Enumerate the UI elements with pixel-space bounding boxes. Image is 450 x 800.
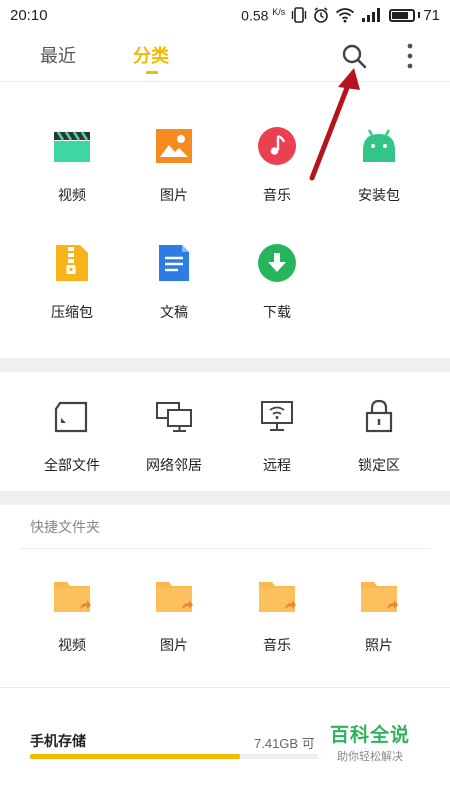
status-bar: 20:10 0.58 K/s 71 (0, 0, 450, 30)
category-music[interactable]: 音乐 (232, 126, 322, 205)
app-header: 最近 分类 (0, 30, 450, 82)
video-clapper-icon (54, 131, 90, 162)
category-label: 音乐 (263, 187, 291, 203)
category-label: 压缩包 (51, 304, 93, 320)
category-image[interactable]: 图片 (129, 126, 219, 205)
quick-folder-image[interactable]: 图片 (129, 576, 219, 655)
tool-label: 锁定区 (358, 457, 400, 473)
quick-folder-music[interactable]: 音乐 (232, 576, 322, 655)
watermark: 百科全说 助你轻松解决 (318, 723, 422, 771)
quick-folder-photo[interactable]: 照片 (334, 576, 424, 655)
category-zip[interactable]: 压缩包 (27, 243, 117, 322)
watermark-title: 百科全说 (329, 725, 410, 746)
more-options-icon[interactable] (400, 40, 420, 72)
battery-percent: 71 (423, 6, 440, 24)
category-document[interactable]: 文稿 (129, 243, 219, 322)
folder-shortcut-icon (156, 582, 193, 612)
battery-tip (418, 12, 421, 18)
folder-shortcut-icon (361, 582, 398, 612)
category-apk[interactable]: 安装包 (334, 126, 424, 205)
search-icon[interactable] (340, 42, 368, 70)
tool-label: 全部文件 (44, 457, 100, 473)
section-line (20, 548, 430, 549)
signal-icon (362, 8, 381, 22)
tab-category[interactable]: 分类 (133, 42, 169, 68)
tool-all-files[interactable]: 全部文件 (27, 396, 117, 475)
music-icon (258, 127, 296, 165)
folder-shortcut-icon (54, 582, 91, 612)
category-download[interactable]: 下载 (232, 243, 322, 322)
network-speed-value: 0.58 (241, 7, 269, 24)
category-label: 安装包 (358, 187, 400, 203)
section-divider (0, 491, 450, 505)
category-video[interactable]: 视频 (27, 126, 117, 205)
category-label: 下载 (263, 304, 291, 320)
folder-shortcut-icon (259, 582, 296, 612)
battery-indicator: 71 (389, 7, 440, 24)
image-icon (156, 129, 192, 163)
status-time: 20:10 (10, 6, 48, 24)
battery-icon (389, 8, 416, 22)
tab-recent[interactable]: 最近 (40, 42, 76, 68)
tool-remote[interactable]: 远程 (232, 396, 322, 475)
quick-folder-label: 视频 (58, 637, 86, 653)
status-icons: 0.58 K/s 71 (241, 7, 440, 24)
quick-folder-label: 照片 (365, 637, 393, 653)
section-divider (0, 358, 450, 372)
quick-folders-title: 快捷文件夹 (30, 519, 100, 535)
vibrate-icon (292, 7, 307, 23)
tool-network[interactable]: 网络邻居 (129, 396, 219, 475)
network-computers-icon (156, 402, 192, 432)
network-speed: 0.58 K/s (241, 7, 285, 24)
category-label: 图片 (160, 187, 188, 203)
quick-folder-video[interactable]: 视频 (27, 576, 117, 655)
wifi-icon (336, 8, 355, 23)
tool-label: 网络邻居 (146, 457, 202, 473)
zip-icon (56, 245, 88, 281)
document-icon (159, 245, 189, 281)
tool-locked-area[interactable]: 锁定区 (334, 396, 424, 475)
quick-folder-label: 音乐 (263, 637, 291, 653)
battery-fill (392, 11, 408, 19)
download-icon (258, 244, 296, 282)
storage-progress-bar (30, 754, 330, 759)
category-label: 视频 (58, 187, 86, 203)
network-speed-unit: K/s (272, 6, 286, 17)
quick-folder-label: 图片 (160, 637, 188, 653)
storage-title[interactable]: 手机存储 (30, 731, 86, 751)
android-icon (363, 129, 395, 162)
alarm-icon (314, 7, 329, 23)
sd-card-icon (54, 401, 88, 433)
storage-progress-fill (30, 754, 240, 759)
lock-icon (365, 399, 393, 433)
tool-label: 远程 (263, 457, 291, 473)
storage-size: 7.41GB 可 (254, 736, 315, 751)
active-tab-indicator (146, 71, 158, 74)
remote-monitor-icon (261, 401, 293, 431)
section-line (0, 687, 450, 688)
category-label: 文稿 (160, 304, 188, 320)
watermark-subtitle: 助你轻松解决 (337, 751, 403, 763)
